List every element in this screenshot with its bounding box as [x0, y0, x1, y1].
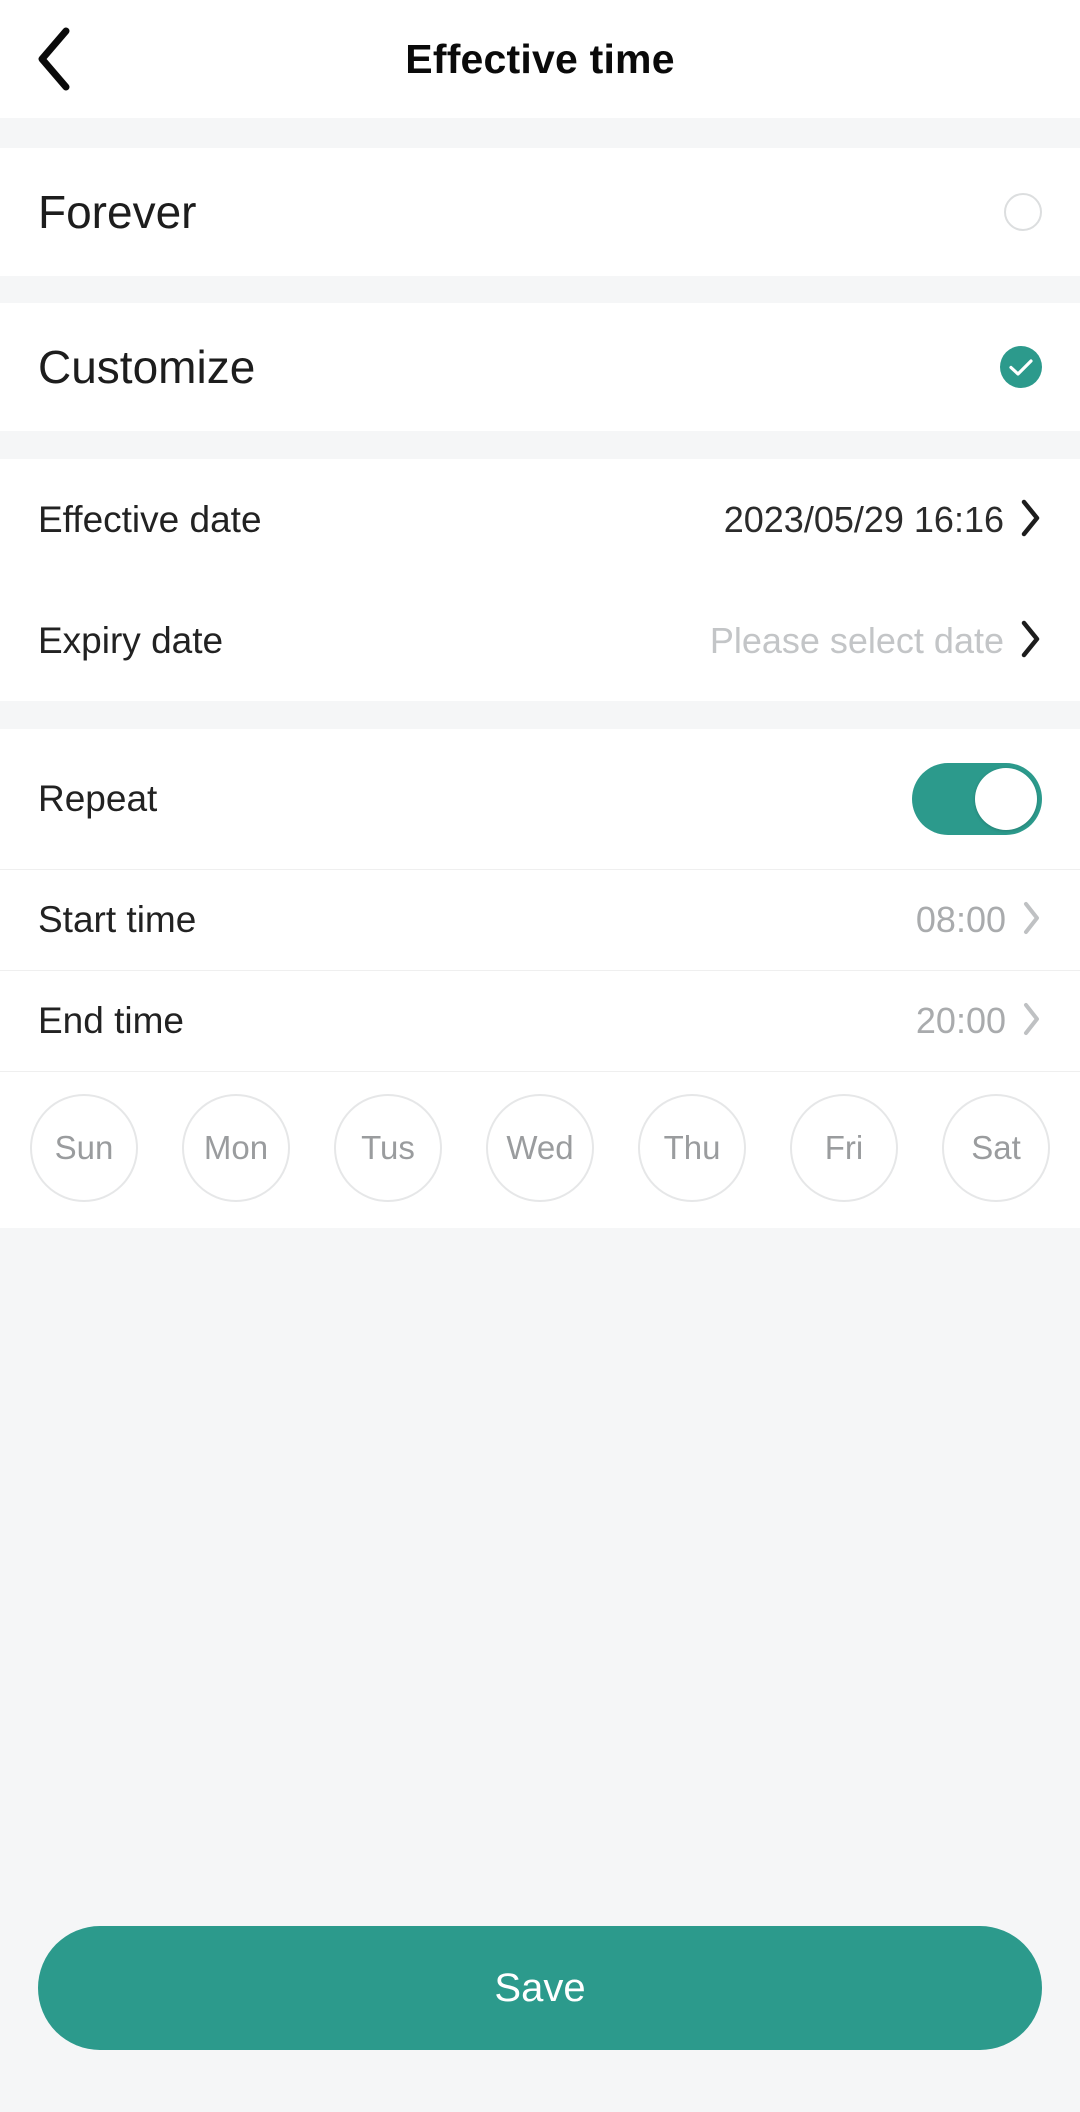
expiry-date-value: Please select date: [709, 620, 1004, 661]
app-header: Effective time: [0, 0, 1080, 118]
weekday-chip-sat[interactable]: Sat: [942, 1094, 1050, 1202]
save-button[interactable]: Save: [38, 1926, 1042, 2050]
back-button[interactable]: [22, 0, 112, 118]
chevron-right-icon: [1022, 1002, 1042, 1041]
row-start-time[interactable]: Start time 08:00: [0, 870, 1080, 970]
radio-selected-check-icon[interactable]: [1000, 346, 1042, 388]
section-gap-1: [0, 118, 1080, 148]
expiry-date-value-group: Please select date: [710, 620, 1042, 663]
mode-card-forever: Forever: [0, 148, 1080, 276]
repeat-toggle[interactable]: [912, 763, 1042, 835]
row-effective-date[interactable]: Effective date 2023/05/29 16:16: [0, 459, 1080, 581]
chevron-right-icon: [1020, 499, 1042, 542]
radio-unselected-icon[interactable]: [1004, 193, 1042, 231]
content-spacer: [0, 1228, 1080, 1926]
page-title: Effective time: [405, 35, 675, 82]
date-card: Effective date 2023/05/29 16:16 Expiry d…: [0, 459, 1080, 701]
row-expiry-date[interactable]: Expiry date Please select date: [0, 581, 1080, 701]
option-label-forever: Forever: [38, 186, 197, 238]
effective-date-label: Effective date: [38, 499, 262, 540]
toggle-knob: [975, 768, 1037, 830]
start-time-value: 08:00: [915, 899, 1006, 940]
mode-card-customize: Customize: [0, 303, 1080, 431]
repeat-card: Repeat Start time 08:00 End time 20:00 S…: [0, 729, 1080, 1228]
row-end-time[interactable]: End time 20:00: [0, 971, 1080, 1071]
weekday-chip-mon[interactable]: Mon: [182, 1094, 290, 1202]
end-time-label: End time: [38, 1000, 185, 1041]
repeat-label: Repeat: [38, 778, 158, 819]
row-repeat[interactable]: Repeat: [0, 729, 1080, 869]
section-gap-4: [0, 701, 1080, 729]
option-label-customize: Customize: [38, 341, 256, 393]
end-time-value-group: 20:00: [916, 1000, 1042, 1042]
chevron-left-icon: [34, 26, 74, 92]
section-gap-2: [0, 276, 1080, 303]
weekday-chip-thu[interactable]: Thu: [638, 1094, 746, 1202]
footer-bar: Save: [0, 1926, 1080, 2112]
section-gap-3: [0, 431, 1080, 459]
chevron-right-icon: [1020, 620, 1042, 663]
weekday-chip-fri[interactable]: Fri: [790, 1094, 898, 1202]
weekday-selector: Sun Mon Tus Wed Thu Fri Sat: [0, 1072, 1080, 1228]
effective-date-value: 2023/05/29 16:16: [723, 499, 1004, 540]
start-time-label: Start time: [38, 899, 197, 940]
chevron-right-icon: [1022, 901, 1042, 940]
end-time-value: 20:00: [915, 1000, 1006, 1041]
weekday-chip-wed[interactable]: Wed: [486, 1094, 594, 1202]
start-time-value-group: 08:00: [916, 899, 1042, 941]
expiry-date-label: Expiry date: [38, 620, 224, 661]
option-row-forever[interactable]: Forever: [0, 148, 1080, 276]
weekday-chip-tus[interactable]: Tus: [334, 1094, 442, 1202]
option-row-customize[interactable]: Customize: [0, 303, 1080, 431]
effective-date-value-group: 2023/05/29 16:16: [724, 499, 1042, 542]
effective-time-screen: Effective time Forever Customize Effecti…: [0, 0, 1080, 2112]
weekday-chip-sun[interactable]: Sun: [30, 1094, 138, 1202]
